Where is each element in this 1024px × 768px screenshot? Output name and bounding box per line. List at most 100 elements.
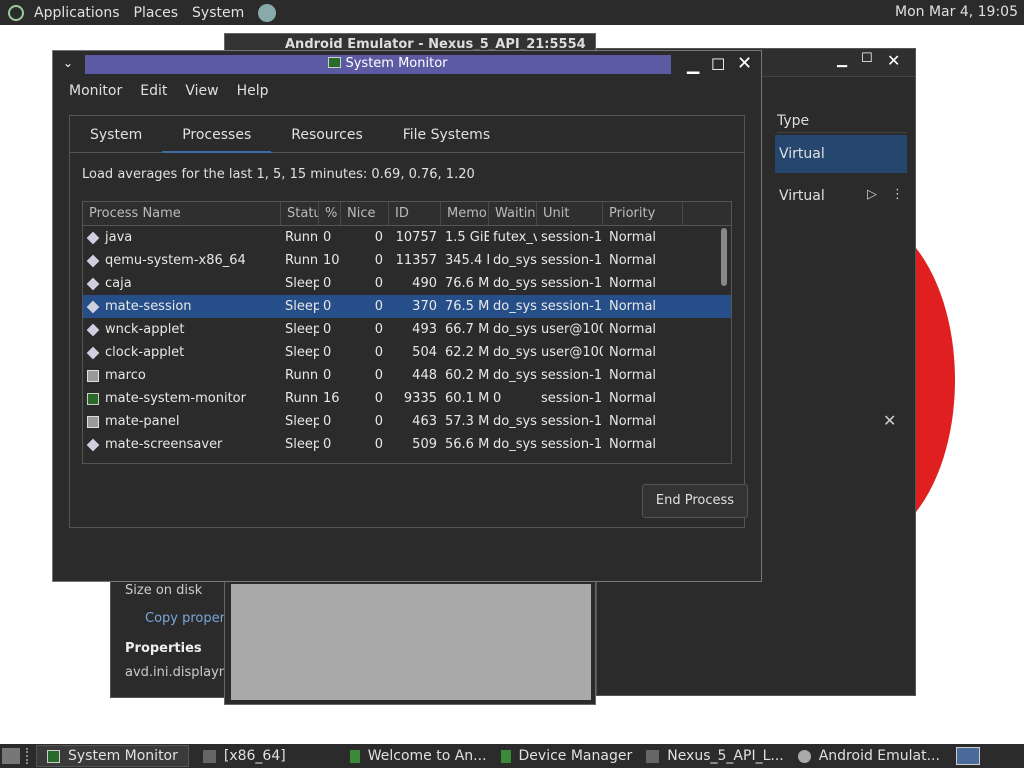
column-header-memory[interactable]: Memor bbox=[441, 202, 489, 225]
top-panel: Applications Places System Mon Mar 4, 19… bbox=[0, 0, 1024, 25]
process-name-cell: java bbox=[83, 230, 281, 245]
panel-icon bbox=[87, 415, 99, 428]
taskbar-item-label: Android Emulat... bbox=[818, 748, 940, 764]
process-name-cell: qemu-system-x86_64 bbox=[83, 253, 281, 268]
minimize-icon[interactable]: ▁ bbox=[837, 53, 847, 68]
device-row[interactable]: Virtual bbox=[775, 135, 907, 173]
memory-cell: 62.2 Mi bbox=[445, 345, 489, 360]
column-header-status[interactable]: Statu bbox=[281, 202, 319, 225]
emulator-screen[interactable] bbox=[231, 584, 591, 700]
clock[interactable]: Mon Mar 4, 19:05 bbox=[895, 4, 1018, 20]
separator-icon bbox=[26, 748, 32, 764]
waiting-cell: do_sys bbox=[493, 414, 537, 429]
system-menu[interactable]: System bbox=[192, 5, 244, 21]
table-row[interactable]: mate-system-monitor Runn 16 0 9335 60.1 Mi 0 se… bbox=[83, 387, 731, 410]
table-row[interactable]: java Runn 0 0 10757 1.5 GiB futex_v session-1.s… bbox=[83, 226, 731, 249]
unit-cell: session-1.s bbox=[541, 230, 603, 245]
status-cell: Runn bbox=[285, 230, 319, 245]
id-cell: 10757 bbox=[395, 230, 437, 245]
unit-cell: session-1.s bbox=[541, 253, 603, 268]
tab-system[interactable]: System bbox=[70, 116, 162, 153]
nice-cell: 0 bbox=[374, 276, 383, 291]
applications-menu[interactable]: Applications bbox=[34, 5, 120, 21]
table-row[interactable]: wnck-applet Sleep 0 0 493 66.7 Mi do_sys user@1… bbox=[83, 318, 731, 341]
status-cell: Sleep bbox=[285, 276, 319, 291]
tab-bar: System Processes Resources File Systems bbox=[70, 116, 744, 153]
memory-cell: 60.2 Mi bbox=[445, 368, 489, 383]
taskbar-item-welcome[interactable]: Welcome to An... bbox=[349, 748, 487, 764]
process-name-text: caja bbox=[105, 276, 132, 291]
play-icon[interactable]: ▷ bbox=[867, 187, 877, 202]
scrollbar[interactable] bbox=[721, 228, 727, 286]
process-name-text: clock-applet bbox=[105, 345, 185, 360]
system-monitor-icon bbox=[328, 57, 342, 68]
show-desktop-icon[interactable] bbox=[2, 748, 20, 764]
minimize-icon[interactable]: ▁ bbox=[687, 55, 699, 74]
cpu-cell: 0 bbox=[323, 368, 332, 383]
table-row[interactable]: mate-panel Sleep 0 0 463 57.3 Mi do_sys session… bbox=[83, 410, 731, 433]
status-cell: Sleep bbox=[285, 322, 319, 337]
column-header-process-name[interactable]: Process Name bbox=[83, 202, 281, 225]
unit-cell: session-1.s bbox=[541, 276, 603, 291]
column-header-cpu[interactable]: % bbox=[319, 202, 341, 225]
column-header-waiting[interactable]: Waitin bbox=[489, 202, 537, 225]
memory-cell: 56.6 Mi bbox=[445, 437, 489, 452]
tab-file-systems[interactable]: File Systems bbox=[383, 116, 510, 153]
menu-edit[interactable]: Edit bbox=[134, 83, 173, 99]
table-row[interactable]: caja Sleep 0 0 490 76.6 Mi do_sys session-1.s No… bbox=[83, 272, 731, 295]
more-icon[interactable]: ⋮ bbox=[891, 187, 904, 202]
table-body: java Runn 0 0 10757 1.5 GiB futex_v session-1.s… bbox=[83, 226, 731, 456]
process-name-text: mate-system-monitor bbox=[105, 391, 246, 406]
menu-monitor[interactable]: Monitor bbox=[63, 83, 128, 99]
memory-cell: 60.1 Mi bbox=[445, 391, 489, 406]
tab-resources[interactable]: Resources bbox=[271, 116, 383, 153]
device-table-header: Type bbox=[777, 109, 907, 133]
window-titlebar[interactable]: ⌄ System Monitor ▁ ☐ ✕ bbox=[53, 51, 761, 79]
workspace-switcher-icon[interactable] bbox=[955, 747, 980, 765]
memory-cell: 1.5 GiB bbox=[445, 230, 489, 245]
id-cell: 448 bbox=[412, 368, 437, 383]
table-row[interactable]: clock-applet Sleep 0 0 504 62.2 Mi do_sys user@… bbox=[83, 341, 731, 364]
close-panel-icon[interactable]: ✕ bbox=[883, 411, 896, 430]
copy-properties-link[interactable]: Copy proper bbox=[145, 611, 225, 626]
device-type-label: Virtual bbox=[779, 188, 825, 204]
close-icon[interactable]: ✕ bbox=[737, 53, 752, 74]
table-row[interactable]: marco Runn 0 0 448 60.2 Mi do_sys session-1.s No… bbox=[83, 364, 731, 387]
android-studio-icon bbox=[500, 749, 511, 763]
close-icon[interactable]: ✕ bbox=[887, 51, 900, 70]
taskbar-item-nexus[interactable]: Nexus_5_API_L... bbox=[646, 748, 784, 764]
taskbar-item-android-emulator[interactable]: Android Emulat... bbox=[797, 748, 940, 764]
process-icon bbox=[86, 254, 100, 267]
menu-help[interactable]: Help bbox=[231, 83, 275, 99]
nice-cell: 0 bbox=[374, 345, 383, 360]
device-row[interactable]: Virtual ▷ ⋮ bbox=[775, 181, 907, 211]
taskbar-item-system-monitor[interactable]: System Monitor bbox=[36, 745, 189, 767]
column-header-priority[interactable]: Priority bbox=[603, 202, 683, 225]
memory-cell: 66.7 Mi bbox=[445, 322, 489, 337]
tab-processes[interactable]: Processes bbox=[162, 116, 272, 153]
end-process-button[interactable]: End Process bbox=[642, 484, 748, 518]
type-column-header[interactable]: Type bbox=[777, 113, 809, 129]
nice-cell: 0 bbox=[374, 437, 383, 452]
table-row[interactable]: mate-session Sleep 0 0 370 76.5 Mi do_sys sessi… bbox=[83, 295, 731, 318]
process-name-text: java bbox=[105, 230, 133, 245]
globe-icon[interactable] bbox=[258, 3, 277, 22]
taskbar-item-x86-64[interactable]: [x86_64] bbox=[202, 748, 286, 764]
places-menu[interactable]: Places bbox=[134, 5, 179, 21]
column-header-id[interactable]: ID bbox=[389, 202, 441, 225]
avd-details-panel: Size on disk Copy proper Properties avd.… bbox=[110, 570, 235, 698]
column-header-nice[interactable]: Nice bbox=[341, 202, 389, 225]
process-table[interactable]: Process Name Statu % Nice ID Memor Waiti… bbox=[82, 201, 732, 464]
taskbar-item-device-manager[interactable]: Device Manager bbox=[500, 748, 632, 764]
nice-cell: 0 bbox=[374, 368, 383, 383]
table-row[interactable]: mate-screensaver Sleep 0 0 509 56.6 Mi do_sys s… bbox=[83, 433, 731, 456]
maximize-icon[interactable]: ☐ bbox=[861, 51, 873, 66]
menu-view[interactable]: View bbox=[179, 83, 224, 99]
load-averages: Load averages for the last 1, 5, 15 minu… bbox=[82, 167, 475, 182]
maximize-icon[interactable]: ☐ bbox=[711, 55, 725, 74]
column-header-unit[interactable]: Unit bbox=[537, 202, 603, 225]
process-name-text: marco bbox=[105, 368, 146, 383]
mate-logo-icon[interactable] bbox=[8, 4, 24, 21]
nice-cell: 0 bbox=[374, 230, 383, 245]
table-row[interactable]: qemu-system-x86_64 Runn 10 0 11357 345.4 M do_… bbox=[83, 249, 731, 272]
